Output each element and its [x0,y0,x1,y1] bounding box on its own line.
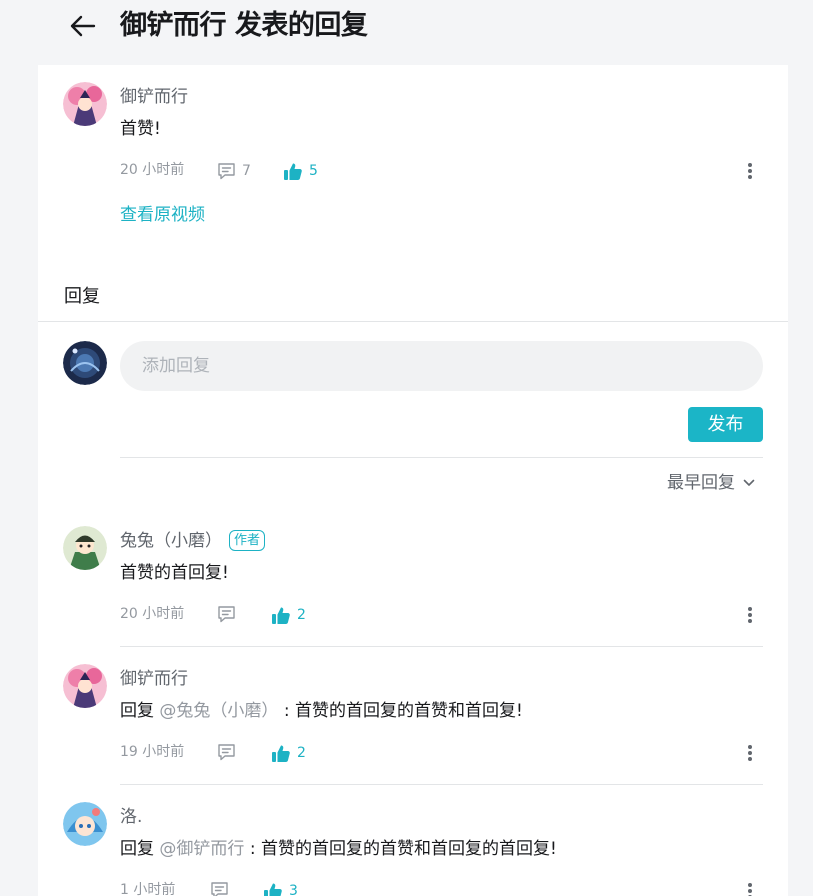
reply-text: 回复 @御铲而行 : 首赞的首回复的首赞和首回复的首回复! [120,837,557,861]
reply-divider [120,784,763,785]
like-button[interactable]: 3 [263,881,298,896]
more-options-icon[interactable] [743,604,757,626]
author-badge: 作者 [229,530,266,551]
reply-button[interactable] [210,881,229,896]
comment-time: 20 小时前 [120,162,185,178]
more-options-icon[interactable] [743,880,757,896]
comment-icon [211,882,228,896]
chevron-down-icon [743,479,755,486]
username[interactable]: 兔兔（小磨） [120,530,222,552]
reply-time: 1 小时前 [120,882,176,896]
reply-time: 20 小时前 [120,606,185,622]
reply-text: 回复 @兔兔（小磨） : 首赞的首回复的首赞和首回复! [120,699,523,723]
current-user-avatar[interactable] [63,341,107,385]
like-button[interactable]: 2 [271,605,306,625]
top-bar: 御铲而行 发表的回复 [0,0,813,56]
like-count: 5 [309,163,318,179]
comment-icon [218,163,235,180]
sort-dropdown[interactable]: 最早回复 [667,471,755,495]
like-count: 2 [297,745,306,761]
reply-button[interactable] [217,743,236,761]
section-divider [38,321,788,322]
username[interactable]: 御铲而行 [120,668,188,690]
thumbs-up-icon [272,607,290,624]
thumbs-up-icon [264,883,282,896]
view-original-video-link[interactable]: 查看原视频 [120,203,205,227]
mention-link[interactable]: @兔兔（小磨） [159,701,278,721]
publish-button[interactable]: 发布 [688,407,763,442]
section-title: 回复 [64,286,100,307]
like-count: 3 [289,883,298,896]
comment-icon [218,744,235,761]
reply-button[interactable] [217,605,236,623]
comment-icon [218,606,235,623]
reply-prefix: 回复 [120,839,154,859]
thumbs-up-icon [284,163,302,180]
like-button[interactable]: 2 [271,743,306,763]
sort-label: 最早回复 [667,473,735,493]
avatar[interactable] [63,82,107,126]
reply-divider [120,646,763,647]
more-options-icon[interactable] [743,160,757,182]
reply-input[interactable] [120,341,763,391]
page-title: 御铲而行 发表的回复 [120,10,368,41]
like-button[interactable]: 5 [283,161,318,181]
thumbs-up-icon [272,745,290,762]
reply-body: : 首赞的首回复的首赞和首回复! [283,701,523,721]
comment-card: 御铲而行 首赞! 20 小时前 7 5 查看原视频 回复 发布 最早回复 [38,65,788,896]
mention-link[interactable]: @御铲而行 [159,839,244,859]
more-options-icon[interactable] [743,742,757,764]
reply-button[interactable]: 7 [217,161,251,181]
arrow-left-icon [70,15,96,37]
back-button[interactable] [62,8,102,44]
composer-divider [120,457,763,458]
reply-time: 19 小时前 [120,744,185,760]
comment-text: 首赞! [120,119,161,139]
username[interactable]: 洛. [120,806,142,828]
reply-count: 7 [242,163,251,179]
username[interactable]: 御铲而行 [120,86,188,108]
reply-body: : 首赞的首回复的首赞和首回复的首回复! [249,839,557,859]
avatar[interactable] [63,802,107,846]
avatar[interactable] [63,664,107,708]
reply-text: 首赞的首回复! [120,563,229,583]
avatar[interactable] [63,526,107,570]
like-count: 2 [297,607,306,623]
reply-prefix: 回复 [120,701,154,721]
